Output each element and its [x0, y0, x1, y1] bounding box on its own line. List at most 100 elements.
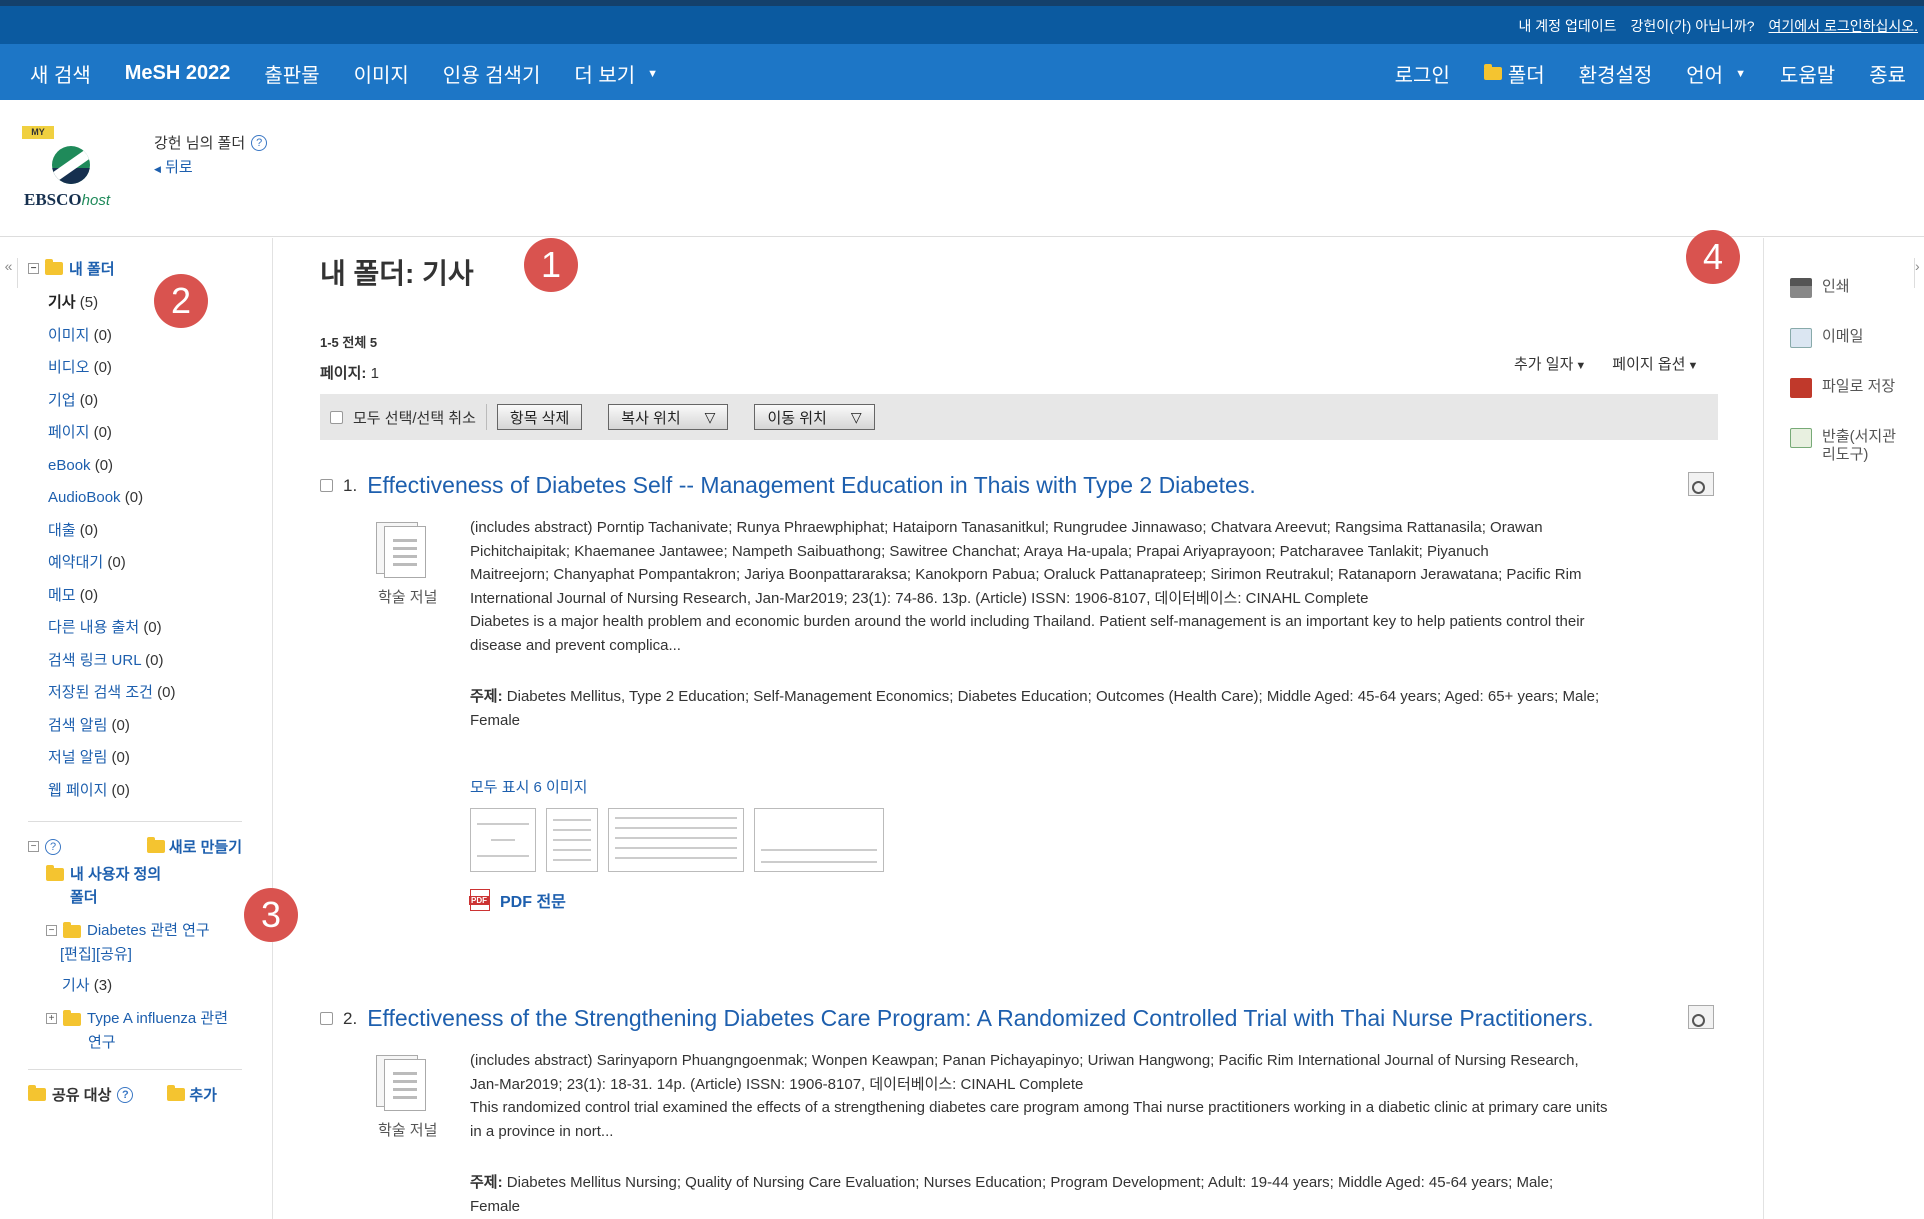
- nav-citation-matcher[interactable]: 인용 검색기: [443, 59, 541, 88]
- journal-doc-icon[interactable]: [370, 1055, 430, 1115]
- result-checkbox[interactable]: [320, 479, 333, 492]
- expand-toggle-icon[interactable]: +: [46, 1013, 57, 1024]
- custom-folder-influenza[interactable]: + Type A influenza 관련 연구: [28, 1007, 272, 1055]
- chevron-down-icon: ▼: [1735, 67, 1746, 80]
- sidebar-item-count: (0): [111, 781, 130, 799]
- sort-date-dropdown[interactable]: 추가 일자 ▼: [1514, 353, 1586, 374]
- help-icon[interactable]: ?: [117, 1086, 134, 1103]
- sidebar-item-notes[interactable]: 메모 (0): [48, 580, 272, 613]
- subject-line-1: Diabetes Mellitus, Type 2 Education; Sel…: [506, 688, 1600, 705]
- nav-language[interactable]: 언어 ▼: [1686, 59, 1746, 88]
- shared-with-label: 공유 대상: [52, 1087, 112, 1104]
- result-title-link[interactable]: Effectiveness of Diabetes Self -- Manage…: [367, 472, 1256, 499]
- logo-text-host: host: [81, 192, 110, 209]
- nav-login[interactable]: 로그인: [1395, 59, 1450, 88]
- preview-magnifier-icon[interactable]: [1688, 472, 1714, 496]
- nav-folder[interactable]: 폴더: [1483, 59, 1545, 88]
- help-icon[interactable]: ?: [45, 838, 61, 855]
- nav-help[interactable]: 도움말: [1780, 59, 1835, 88]
- pdf-full-text-link[interactable]: PDF 전문: [469, 888, 566, 912]
- preview-magnifier-icon[interactable]: [1688, 1005, 1714, 1029]
- print-tool[interactable]: 인쇄: [1790, 278, 1896, 298]
- result-header: 2. Effectiveness of the Strengthening Di…: [320, 1005, 1720, 1032]
- result-title-link[interactable]: Effectiveness of the Strengthening Diabe…: [367, 1005, 1593, 1032]
- sidebar-item-web-pages[interactable]: 웹 페이지 (0): [48, 775, 272, 808]
- pages-label: 페이지:: [320, 365, 367, 382]
- result-item: 2. Effectiveness of the Strengthening Di…: [320, 1005, 1720, 1219]
- custom-folder-articles[interactable]: 기사 (3): [28, 974, 272, 995]
- sidebar-item-saved-searches[interactable]: 저장된 검색 조건 (0): [48, 677, 272, 710]
- back-link[interactable]: ◀ 뒤로: [154, 156, 193, 177]
- sidebar-item-journal-alerts[interactable]: 저널 알림 (0): [48, 742, 272, 775]
- pages-value[interactable]: 1: [371, 365, 379, 382]
- delete-items-button[interactable]: 항목 삭제: [496, 404, 583, 430]
- update-account-link[interactable]: 내 계정 업데이트: [1519, 16, 1617, 36]
- share-folder-link[interactable]: [공유]: [96, 946, 132, 963]
- export-tool[interactable]: 반출(서지관 리도구): [1790, 428, 1896, 464]
- nav-publications[interactable]: 출판물: [264, 59, 319, 88]
- select-all-label[interactable]: 모두 선택/선택 취소: [353, 407, 476, 428]
- sidebar-item-loans[interactable]: 대출 (0): [48, 515, 272, 548]
- image-thumbnail[interactable]: [470, 808, 536, 872]
- help-icon[interactable]: ?: [251, 134, 268, 151]
- collapse-toggle-icon[interactable]: −: [28, 841, 39, 852]
- sidebar-item-pages[interactable]: 페이지 (0): [48, 417, 272, 450]
- result-header: 1. Effectiveness of Diabetes Self -- Man…: [320, 472, 1720, 499]
- sidebar-item-holds[interactable]: 예약대기 (0): [48, 547, 272, 580]
- sidebar-item-count: (0): [145, 651, 164, 669]
- sidebar-item-count: (0): [143, 619, 162, 636]
- new-folder-button[interactable]: 새로 만들기: [146, 836, 242, 857]
- sidebar-item-search-links[interactable]: 검색 링크 URL (0): [48, 645, 272, 678]
- sidebar-item-ebook[interactable]: eBook (0): [48, 450, 272, 483]
- sidebar-item-count: (0): [94, 456, 114, 474]
- result-checkbox[interactable]: [320, 1012, 333, 1025]
- sidebar-item-label: 대출: [48, 521, 76, 539]
- triangle-down-icon: ▽: [704, 408, 716, 425]
- image-thumbnail[interactable]: [754, 808, 884, 872]
- collapse-right-icon[interactable]: ›: [1914, 258, 1924, 288]
- tools-panel: 인쇄 이메일 파일로 저장 반출(서지관 리도구): [1790, 278, 1896, 494]
- sidebar-item-companies[interactable]: 기업 (0): [48, 385, 272, 418]
- result-body: (includes abstract) Porntip Tachanivate;…: [470, 516, 1660, 732]
- share-add-button[interactable]: 추가: [167, 1084, 217, 1105]
- collapse-left-icon[interactable]: «: [0, 258, 18, 288]
- nav-preferences[interactable]: 환경설정: [1579, 59, 1653, 88]
- marker-3: 3: [244, 888, 298, 942]
- custom-folder-diabetes[interactable]: − Diabetes 관련 연구: [28, 919, 272, 943]
- sort-date-label: 추가 일자: [1514, 356, 1574, 373]
- collapse-toggle-icon[interactable]: −: [46, 925, 57, 936]
- save-file-label: 파일로 저장: [1822, 378, 1896, 395]
- my-folder-header[interactable]: − 내 폴더: [28, 258, 272, 279]
- image-thumbnail[interactable]: [546, 808, 598, 872]
- email-tool[interactable]: 이메일: [1790, 328, 1896, 348]
- copy-to-button[interactable]: 복사 위치 ▽: [608, 404, 729, 430]
- result-item: 1. Effectiveness of Diabetes Self -- Man…: [320, 472, 1720, 932]
- nav-new-search[interactable]: 새 검색: [30, 59, 91, 88]
- select-all-checkbox[interactable]: [330, 410, 343, 424]
- chevron-down-icon: ▼: [1687, 360, 1699, 372]
- show-all-images-link[interactable]: 모두 표시 6 이미지: [470, 776, 587, 797]
- subject-line-2: Female: [470, 1197, 521, 1215]
- custom-folder-diabetes-label: Diabetes 관련 연구: [87, 922, 210, 939]
- sidebar-item-videos[interactable]: 비디오 (0): [48, 352, 272, 385]
- login-here-link[interactable]: 여기에서 로그인하십시오.: [1769, 16, 1918, 36]
- image-thumbnail[interactable]: [608, 808, 744, 872]
- save-file-tool[interactable]: 파일로 저장: [1790, 378, 1896, 398]
- sidebar-item-count: (0): [107, 554, 126, 571]
- nav-more[interactable]: 더 보기 ▼: [574, 59, 658, 88]
- journal-doc-icon[interactable]: [370, 522, 430, 582]
- sidebar-item-audiobook[interactable]: AudioBook (0): [48, 482, 272, 515]
- edit-folder-link[interactable]: [편집]: [60, 946, 96, 963]
- sidebar-item-search-alerts[interactable]: 검색 알림 (0): [48, 710, 272, 743]
- folder-icon: [28, 1085, 46, 1101]
- page-options-dropdown[interactable]: 페이지 옵션 ▼: [1612, 353, 1698, 374]
- ebsco-logo[interactable]: MY EBSCOhost: [22, 124, 132, 214]
- nav-exit[interactable]: 종료: [1869, 59, 1906, 88]
- result-line: Diabetes is a major health problem and e…: [470, 613, 1585, 630]
- move-to-button[interactable]: 이동 위치 ▽: [754, 404, 875, 430]
- nav-mesh[interactable]: MeSH 2022: [125, 62, 231, 85]
- collapse-toggle-icon[interactable]: −: [28, 263, 39, 274]
- nav-images[interactable]: 이미지: [354, 59, 409, 88]
- sidebar-item-other-sources[interactable]: 다른 내용 출처 (0): [48, 612, 272, 645]
- sidebar-item-images[interactable]: 이미지 (0): [48, 320, 272, 353]
